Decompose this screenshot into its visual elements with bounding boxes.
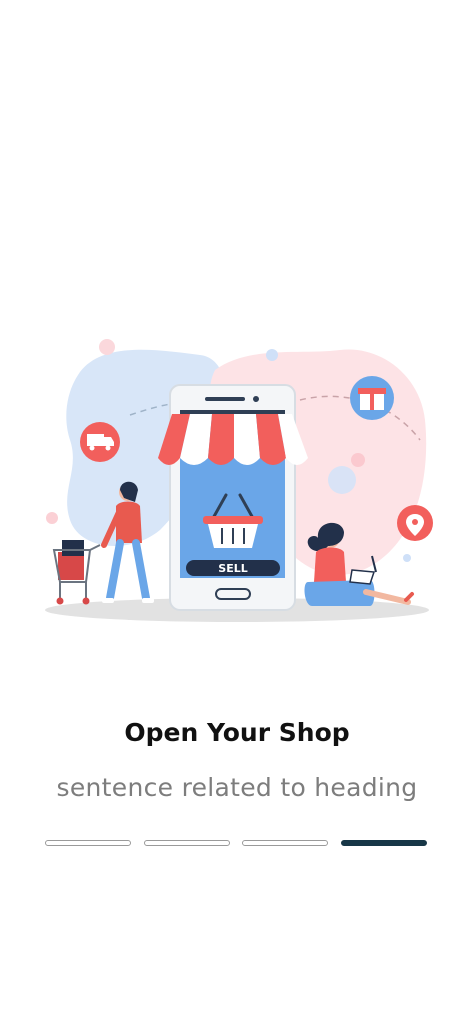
onboarding-title: Open Your Shop <box>124 718 350 747</box>
onboarding-screen: SELL Open Your Shop sentence related to … <box>0 0 474 1024</box>
shop-illustration: SELL <box>45 339 433 622</box>
page-indicator-step-1[interactable] <box>45 840 131 846</box>
page-indicator-step-2[interactable] <box>144 840 230 846</box>
sell-label: SELL <box>218 562 247 575</box>
page-indicator <box>45 840 431 848</box>
truck-icon <box>80 422 120 462</box>
onboarding-subtitle: sentence related to heading <box>56 773 418 802</box>
gift-icon <box>350 376 394 420</box>
store-awning <box>158 410 308 465</box>
location-pin-icon <box>397 505 433 541</box>
page-indicator-step-3[interactable] <box>242 840 328 846</box>
page-indicator-step-4-active[interactable] <box>341 840 427 846</box>
